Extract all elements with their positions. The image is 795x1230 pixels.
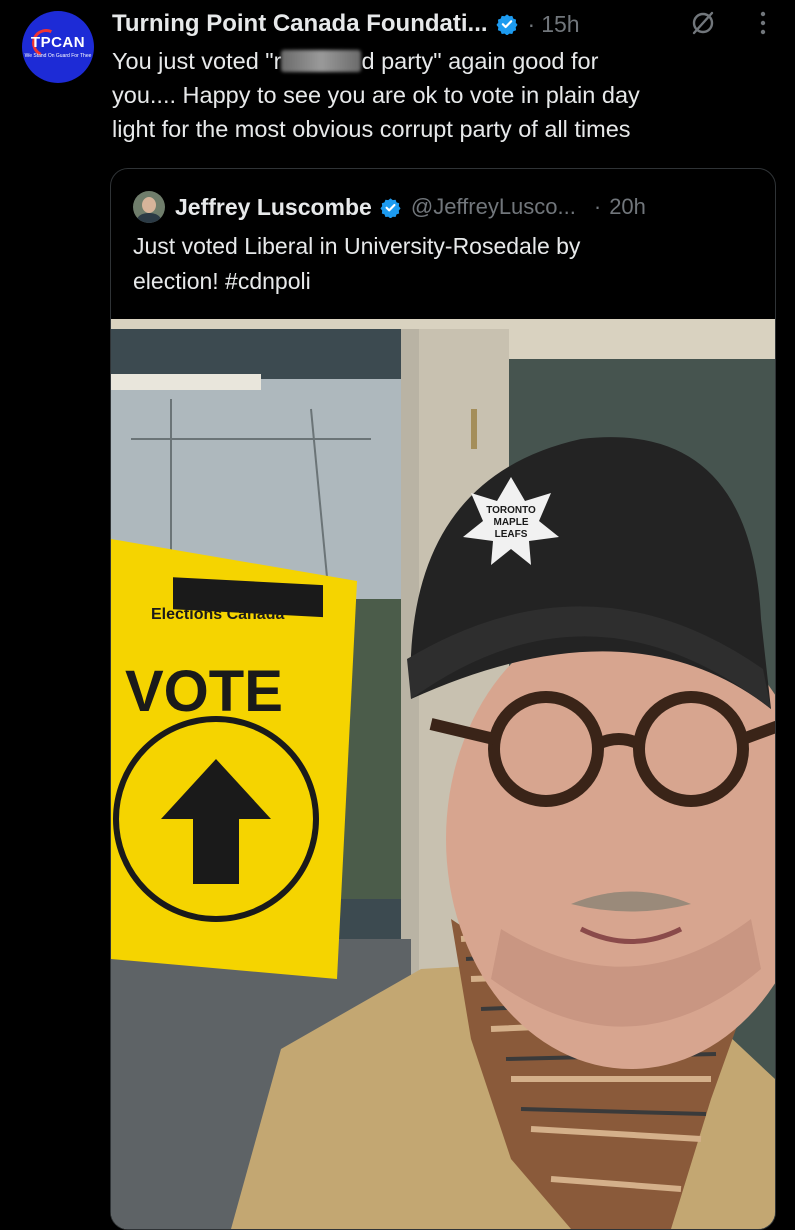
quoted-tweet-header: Jeffrey Luscombe @JeffreyLusco... · 20h — [133, 191, 646, 223]
tweet-text: You just voted "r d party" again good for… — [112, 44, 782, 146]
more-icon[interactable] — [758, 8, 768, 38]
redaction-blur — [281, 50, 362, 72]
quoted-author-name[interactable]: Jeffrey Luscombe — [175, 194, 372, 221]
elections-canada-sign: Elections Canada VOTE — [111, 539, 357, 979]
hat-logo-line-3: LEAFS — [495, 529, 528, 540]
tweet-text-line-2: you.... Happy to see you are ok to vote … — [112, 82, 640, 108]
author-avatar[interactable]: TPCAN We Stand On Guard For Thee — [22, 11, 94, 83]
door-hinge — [471, 409, 477, 449]
grok-icon[interactable] — [690, 10, 716, 36]
quoted-text-line-1: Just voted Liberal in University-Rosedal… — [133, 233, 581, 259]
avatar-logo-subtext: We Stand On Guard For Thee — [24, 53, 92, 59]
quoted-tweet[interactable]: Jeffrey Luscombe @JeffreyLusco... · 20h … — [110, 168, 776, 1230]
hat-logo-line-2: MAPLE — [494, 517, 529, 528]
sign-vote-text: VOTE — [125, 659, 283, 724]
hat-logo-line-1: TORONTO — [486, 505, 536, 516]
author-name[interactable]: Turning Point Canada Foundati... — [112, 10, 488, 38]
sign-org-text: Elections Canada — [151, 606, 284, 623]
quoted-text-line-2: election! #cdnpoli — [133, 268, 311, 294]
verified-badge-icon — [495, 14, 518, 35]
ceiling-light — [111, 374, 261, 390]
quoted-tweet-timestamp[interactable]: 20h — [609, 194, 646, 220]
tweet-header: Turning Point Canada Foundati... · 15h — [112, 6, 580, 42]
avatar-body — [137, 213, 161, 223]
verified-badge-icon — [380, 197, 401, 218]
tweet-text-line-3: light for the most obvious corrupt party… — [112, 116, 631, 142]
avatar-face — [142, 197, 156, 213]
meta-separator: · — [593, 194, 602, 219]
tweet-text-part: d party" again good for — [361, 48, 599, 74]
photo-illustration: Elections Canada VOTE TORONTO MAPLE LEAF… — [111, 319, 775, 1229]
quoted-author-avatar[interactable] — [133, 191, 165, 223]
meta-separator: · — [527, 10, 536, 37]
quoted-author-handle[interactable]: @JeffreyLusco... — [411, 194, 576, 220]
tweet-timestamp[interactable]: 15h — [541, 11, 579, 38]
quoted-tweet-photo[interactable]: Elections Canada VOTE TORONTO MAPLE LEAF… — [111, 319, 775, 1229]
tweet-text-line-1: You just voted "r d party" again good for — [112, 44, 782, 78]
tweet-text-part: You just voted "r — [112, 48, 282, 74]
avatar-logo-text: TPCAN — [30, 34, 86, 51]
quoted-tweet-text: Just voted Liberal in University-Rosedal… — [133, 229, 580, 299]
